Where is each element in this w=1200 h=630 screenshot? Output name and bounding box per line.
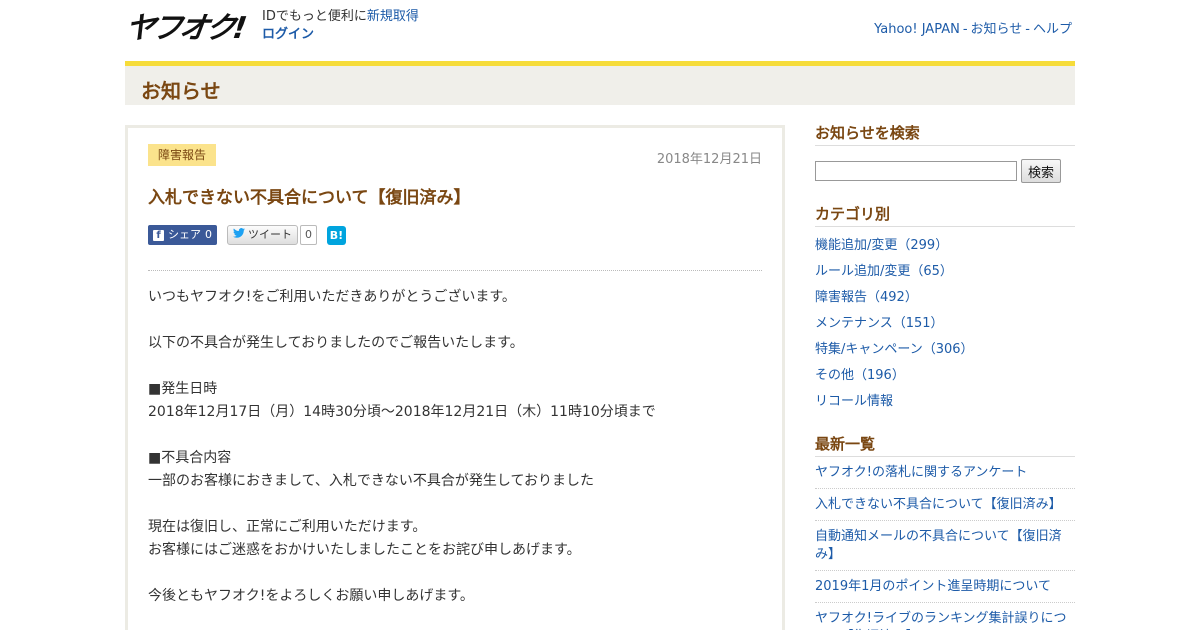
notices-link[interactable]: お知らせ bbox=[971, 22, 1023, 37]
category-list: 機能追加/変更（299） ルール追加/変更（65） 障害報告（492） メンテナ… bbox=[815, 233, 1075, 415]
category-link[interactable]: その他（196） bbox=[815, 363, 1075, 389]
facebook-icon: f bbox=[153, 229, 164, 241]
article-paragraph bbox=[148, 424, 762, 447]
article-paragraph: ■不具合内容 bbox=[148, 450, 232, 466]
category-link[interactable]: 特集/キャンペーン（306） bbox=[815, 337, 1075, 363]
category-section: カテゴリ別 機能追加/変更（299） ルール追加/変更（65） 障害報告（492… bbox=[815, 203, 1075, 415]
category-link[interactable]: 障害報告（492） bbox=[815, 285, 1075, 311]
article-body: いつもヤフオク!をご利用いただきありがとうございます。 以下の不具合が発生してお… bbox=[148, 286, 762, 608]
article-paragraph bbox=[148, 493, 762, 516]
signup-link[interactable]: 新規取得 bbox=[367, 9, 419, 24]
divider bbox=[148, 270, 762, 271]
sidebar: お知らせを検索 検索 カテゴリ別 機能追加/変更（299） ルール追加/変更（6… bbox=[815, 122, 1075, 630]
share-buttons: f シェア 0 ツイート 0 B! bbox=[148, 225, 346, 245]
yahoo-japan-link[interactable]: Yahoo! JAPAN bbox=[874, 22, 960, 37]
tweet-count: 0 bbox=[300, 225, 317, 245]
category-link[interactable]: ルール追加/変更（65） bbox=[815, 259, 1075, 285]
latest-section: 最新一覧 ヤフオク!の落札に関するアンケート 入札できない不具合について【復旧済… bbox=[815, 433, 1075, 630]
latest-link[interactable]: ヤフオク!ライブのランキング集計誤りについて【復旧済み】 bbox=[815, 603, 1075, 630]
search-row: 検索 bbox=[815, 159, 1075, 183]
page-title: お知らせ bbox=[141, 79, 221, 103]
separator: - bbox=[1025, 22, 1030, 37]
category-link[interactable]: メンテナンス（151） bbox=[815, 311, 1075, 337]
category-link[interactable]: リコール情報 bbox=[815, 389, 1075, 415]
article-paragraph: 現在は復旧し、正常にご利用いただけます。 bbox=[148, 519, 427, 535]
tweet-button[interactable]: ツイート bbox=[227, 225, 298, 245]
facebook-share-label: シェア bbox=[168, 228, 201, 241]
latest-link[interactable]: 自動通知メールの不具合について【復旧済み】 bbox=[815, 521, 1075, 571]
category-heading: カテゴリ別 bbox=[815, 203, 1075, 227]
hatena-bookmark-button[interactable]: B! bbox=[327, 225, 346, 245]
article-paragraph: お客様にはご迷惑をおかけいたしましたことをお詫び申しあげます。 bbox=[148, 542, 581, 558]
article-paragraph: 一部のお客様におきまして、入札できない不具合が発生しておりました bbox=[148, 473, 595, 489]
article-paragraph: 2018年12月17日（月）14時30分頃～2018年12月21日（木）11時1… bbox=[148, 404, 656, 420]
id-area: IDでもっと便利に新規取得 ログイン bbox=[262, 8, 419, 44]
latest-link[interactable]: ヤフオク!の落札に関するアンケート bbox=[815, 457, 1075, 489]
facebook-share-button[interactable]: f シェア 0 bbox=[148, 225, 217, 245]
search-button[interactable]: 検索 bbox=[1021, 159, 1061, 183]
search-input[interactable] bbox=[815, 161, 1017, 181]
article-paragraph: いつもヤフオク!をご利用いただきありがとうございます。 bbox=[148, 289, 516, 305]
article-title: 入札できない不具合について【復旧済み】 bbox=[148, 188, 471, 208]
facebook-share-count: 0 bbox=[205, 228, 212, 241]
help-link[interactable]: ヘルプ bbox=[1033, 22, 1072, 37]
article-paragraph bbox=[148, 309, 762, 332]
twitter-bird-icon bbox=[233, 226, 245, 244]
search-section: お知らせを検索 検索 bbox=[815, 122, 1075, 183]
article-paragraph: ■発生日時 bbox=[148, 381, 218, 397]
latest-list: ヤフオク!の落札に関するアンケート 入札できない不具合について【復旧済み】 自動… bbox=[815, 457, 1075, 630]
article-paragraph: 今後ともヤフオク!をよろしくお願い申しあげます。 bbox=[148, 588, 474, 604]
article-paragraph bbox=[148, 355, 762, 378]
category-badge[interactable]: 障害報告 bbox=[148, 144, 217, 166]
yahuoku-logo[interactable]: ヤフオク! bbox=[123, 8, 246, 46]
header-nav: Yahoo! JAPAN - お知らせ - ヘルプ bbox=[874, 18, 1072, 37]
latest-link[interactable]: 入札できない不具合について【復旧済み】 bbox=[815, 489, 1075, 521]
tweet-label: ツイート bbox=[248, 228, 292, 241]
article-paragraph: 以下の不具合が発生しておりましたのでご報告いたします。 bbox=[148, 335, 524, 351]
article-paragraph bbox=[148, 562, 762, 585]
article-date: 2018年12月21日 bbox=[656, 152, 762, 167]
page-title-bar: お知らせ bbox=[125, 61, 1075, 105]
latest-link[interactable]: 2019年1月のポイント進呈時期について bbox=[815, 571, 1075, 603]
separator: - bbox=[962, 22, 968, 37]
search-heading: お知らせを検索 bbox=[815, 122, 1075, 146]
latest-heading: 最新一覧 bbox=[815, 433, 1075, 457]
id-promo-text: IDでもっと便利に bbox=[262, 9, 367, 24]
login-link[interactable]: ログイン bbox=[262, 26, 419, 44]
article-card: 障害報告 2018年12月21日 入札できない不具合について【復旧済み】 f シ… bbox=[125, 125, 785, 630]
category-link[interactable]: 機能追加/変更（299） bbox=[815, 233, 1075, 259]
logo-text: ヤフオク! bbox=[123, 11, 247, 46]
